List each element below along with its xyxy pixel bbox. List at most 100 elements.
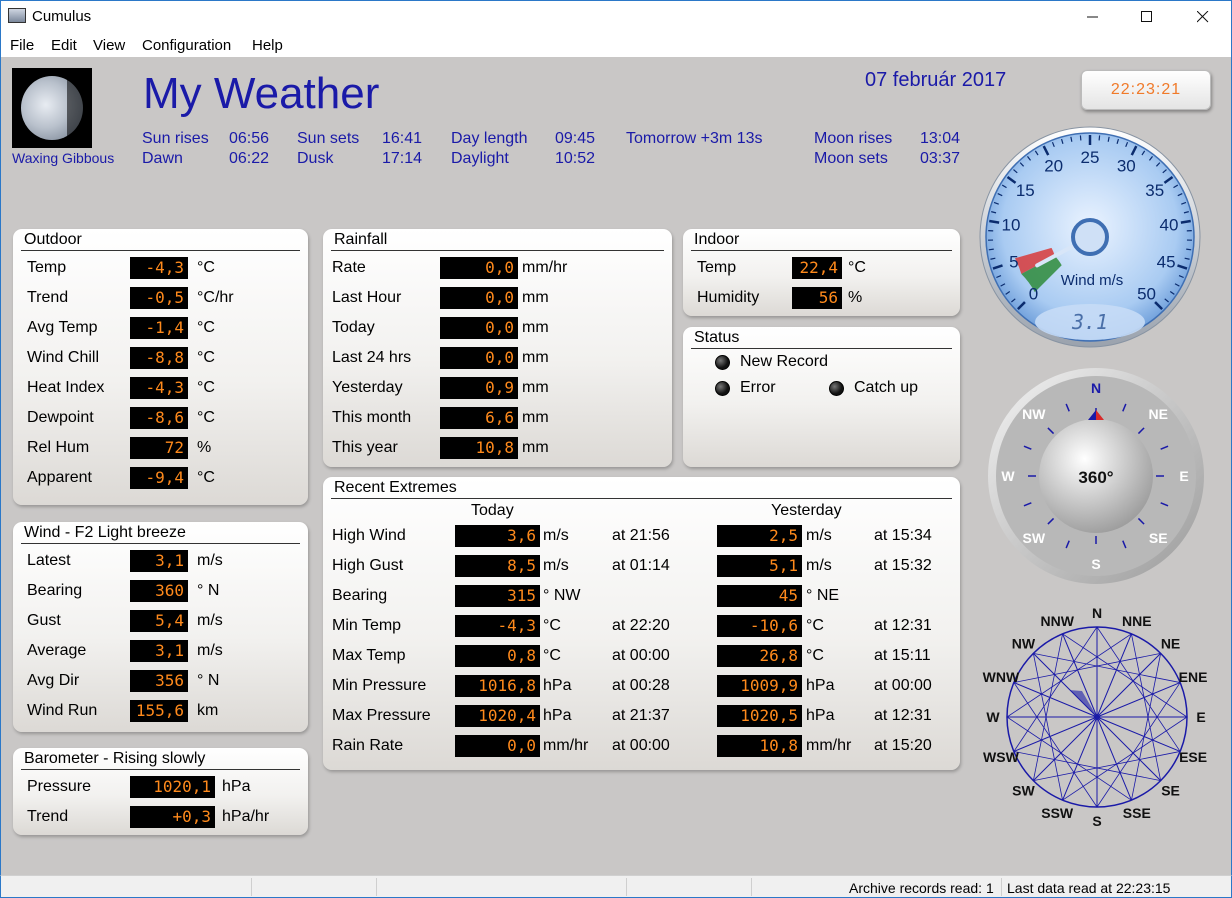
rainfall-value: 10,8 <box>440 437 518 459</box>
moon-sets-label: Moon sets <box>814 150 888 167</box>
extreme-yesterday-time: at 00:00 <box>874 677 932 694</box>
rainfall-unit: mm <box>522 289 549 306</box>
rainfall-unit: mm <box>522 349 549 366</box>
extreme-yesterday-unit: °C <box>806 617 824 634</box>
extreme-yesterday-unit: ° NE <box>806 587 840 604</box>
extreme-today-unit: °C <box>543 647 561 664</box>
date-label: 07 február 2017 <box>865 69 1007 91</box>
compass-label: SE <box>1149 530 1168 546</box>
wind-rose-label: ESE <box>1179 749 1207 765</box>
extreme-yesterday-unit: hPa <box>806 707 835 724</box>
rainfall-label: Last 24 hrs <box>332 349 412 366</box>
wind-panel: Wind - F2 Light breeze Latest 3,1 m/s Beari… <box>13 522 308 732</box>
wind-rose-label: NE <box>1161 635 1180 651</box>
rainfall-unit: mm <box>522 439 549 456</box>
outdoor-label: Avg Temp <box>27 319 98 336</box>
menu-view[interactable]: View <box>93 37 125 54</box>
wind-rose-label: ENE <box>1179 669 1208 685</box>
wind-rose-label: NNE <box>1122 613 1152 629</box>
extreme-today-value: 3,6 <box>455 525 540 547</box>
rainfall-value: 6,6 <box>440 407 518 429</box>
outdoor-unit: °C <box>197 409 215 426</box>
main-area: Waxing Gibbous My Weather 07 február 201… <box>0 57 1232 875</box>
indoor-unit: % <box>848 289 863 306</box>
outdoor-unit: °C <box>197 469 215 486</box>
compass-label: SW <box>1022 530 1045 546</box>
wind-rose-label: E <box>1196 709 1205 725</box>
gauge-tick-label: 15 <box>1016 181 1035 200</box>
sun-rises-value: 06:56 <box>229 130 270 147</box>
wind-unit: m/s <box>197 642 223 659</box>
extreme-yesterday-value: 2,5 <box>717 525 802 547</box>
extreme-today-time: at 22:20 <box>612 617 670 634</box>
gauge-tick-label: 50 <box>1137 285 1156 304</box>
daylight-label: Daylight <box>451 150 509 167</box>
extreme-today-time: at 21:56 <box>612 527 670 544</box>
barometer-title: Barometer - Rising slowly <box>24 750 206 767</box>
sun-sets-value: 16:41 <box>382 130 423 147</box>
menu-help[interactable]: Help <box>252 37 283 54</box>
outdoor-value: -0,5 <box>130 287 188 309</box>
extreme-yesterday-unit: m/s <box>806 557 832 574</box>
menu-file[interactable]: File <box>10 37 34 54</box>
day-length-value: 09:45 <box>555 130 596 147</box>
rainfall-unit: mm <box>522 409 549 426</box>
extreme-yesterday-value: 10,8 <box>717 735 802 757</box>
rainfall-panel: Rainfall Rate 0,0 mm/hr Last Hour 0,0 mm Today… <box>323 229 672 467</box>
indoor-value: 22,4 <box>792 257 842 279</box>
outdoor-value: -8,8 <box>130 347 188 369</box>
gauge-readout: 3.1 <box>1071 310 1108 334</box>
extreme-yesterday-time: at 15:11 <box>874 647 931 664</box>
wind-value: 3,1 <box>130 640 188 662</box>
wind-rose-label: NNW <box>1040 613 1074 629</box>
extreme-yesterday-time: at 12:31 <box>874 707 932 724</box>
outdoor-unit: % <box>197 439 212 456</box>
extreme-yesterday-value: 45 <box>717 585 802 607</box>
dusk-value: 17:14 <box>382 150 423 167</box>
archive-status: Archive records read: 1 <box>849 880 994 896</box>
rainfall-unit: mm/hr <box>522 259 568 276</box>
extreme-today-unit: ° NW <box>543 587 581 604</box>
rainfall-label: Today <box>332 319 375 336</box>
extremes-today-header: Today <box>471 502 514 519</box>
gauge-tick-label: 40 <box>1160 215 1179 234</box>
wind-rose-label: WNW <box>983 669 1020 685</box>
rainfall-label: This month <box>332 409 412 426</box>
outdoor-value: -1,4 <box>130 317 188 339</box>
compass-label: E <box>1179 468 1188 484</box>
close-button[interactable] <box>1175 1 1231 33</box>
extreme-label: Bearing <box>332 587 388 604</box>
rainfall-title: Rainfall <box>334 231 388 248</box>
menu-edit[interactable]: Edit <box>51 37 77 54</box>
indoor-panel: Indoor Temp 22,4 °C Humidity 56% <box>683 229 960 316</box>
minimize-button[interactable] <box>1065 1 1121 33</box>
rainfall-value: 0,0 <box>440 257 518 279</box>
wind-rose: N NNE NE ENE E ESE SE SSE S SSW SW WSW W WNW NWNNW <box>983 605 1208 829</box>
extreme-yesterday-value: 1020,5 <box>717 705 802 727</box>
indoor-value: 56 <box>792 287 842 309</box>
extreme-today-value: 0,0 <box>455 735 540 757</box>
status-bar: Archive records read: 1 Last data read a… <box>0 875 1232 898</box>
menu-configuration[interactable]: Configuration <box>142 37 231 54</box>
page-title: My Weather <box>143 69 380 118</box>
compass-label: S <box>1091 556 1100 572</box>
barometer-label: Trend <box>27 808 69 825</box>
wind-unit: ° N <box>197 582 220 599</box>
wind-direction-compass: N NE E SE S SW W NW 360° <box>988 368 1204 584</box>
extremes-yesterday-header: Yesterday <box>771 502 842 519</box>
maximize-button[interactable] <box>1119 1 1175 33</box>
outdoor-label: Apparent <box>27 469 92 486</box>
wind-unit: m/s <box>197 612 223 629</box>
extreme-today-unit: m/s <box>543 557 569 574</box>
extreme-today-value: -4,3 <box>455 615 540 637</box>
gauge-tick-label: 45 <box>1157 253 1176 272</box>
extreme-yesterday-time: at 15:34 <box>874 527 932 544</box>
outdoor-unit: °C <box>197 379 215 396</box>
extreme-today-time: at 00:00 <box>612 737 670 754</box>
extreme-label: High Gust <box>332 557 404 574</box>
extreme-today-unit: hPa <box>543 707 572 724</box>
extreme-yesterday-time: at 15:20 <box>874 737 932 754</box>
moon-phase-label: Waxing Gibbous <box>12 150 115 166</box>
wind-value: 360 <box>130 580 188 602</box>
extreme-yesterday-time: at 12:31 <box>874 617 932 634</box>
